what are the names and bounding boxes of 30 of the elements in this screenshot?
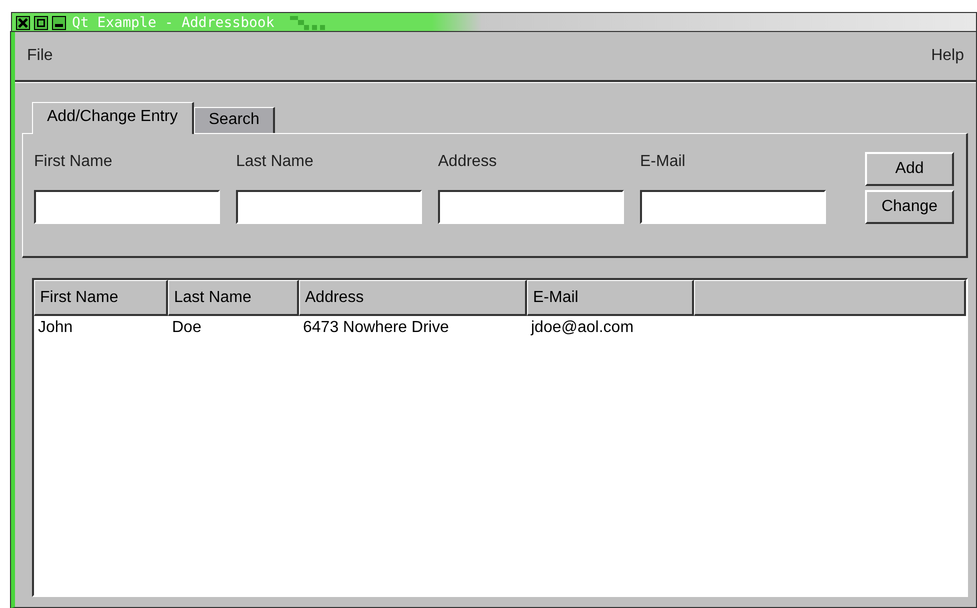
input-field[interactable] <box>236 190 422 224</box>
form-button[interactable]: Add <box>865 152 954 186</box>
table-cell: Doe <box>172 319 202 336</box>
input-field[interactable] <box>34 190 220 224</box>
field-label: First Name <box>34 152 114 172</box>
menu-item[interactable]: File <box>27 47 53 65</box>
input-field[interactable] <box>438 190 624 224</box>
table-cell: John <box>38 319 73 336</box>
column-header[interactable]: First Name <box>34 280 168 316</box>
pattern-icon <box>290 16 326 30</box>
field-label: E-Mail <box>640 152 686 172</box>
close-button[interactable] <box>16 16 30 30</box>
menu-item[interactable]: Help <box>931 47 964 65</box>
field-label: Address <box>438 152 498 172</box>
field-label: Last Name <box>236 152 314 172</box>
maximize-button[interactable] <box>34 16 48 30</box>
tab[interactable]: Search <box>194 107 276 133</box>
tab[interactable]: Add/Change Entry <box>32 102 194 134</box>
column-header[interactable] <box>694 280 966 316</box>
close-icon <box>18 18 28 28</box>
table-cell: jdoe@aol.com <box>531 319 634 336</box>
minimize-button[interactable] <box>52 16 66 30</box>
column-header[interactable]: Address <box>299 280 527 316</box>
input-field[interactable] <box>640 190 826 224</box>
window-title: Qt Example - Addressbook <box>72 14 274 30</box>
maximize-icon <box>37 18 45 26</box>
column-header[interactable]: Last Name <box>168 280 299 316</box>
form-button[interactable]: Change <box>865 190 954 224</box>
column-header[interactable]: E-Mail <box>527 280 694 316</box>
table-cell: 6473 Nowhere Drive <box>303 319 449 336</box>
